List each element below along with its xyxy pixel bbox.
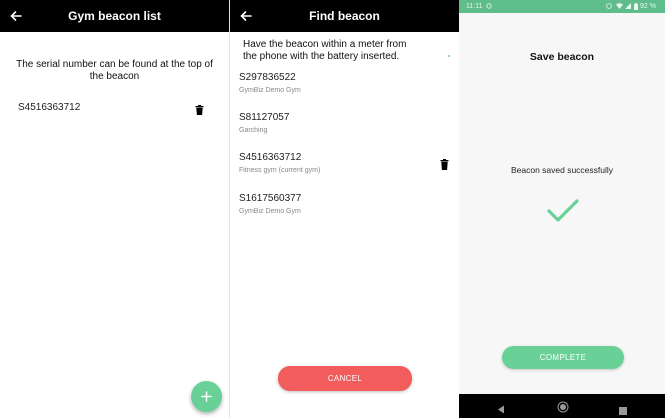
serial-hint: The serial number can be found at the to… [16, 59, 213, 82]
triangle-back-icon [498, 405, 504, 414]
beacon-list-item[interactable]: S297836522 GymBiz Demo Gym [239, 72, 439, 96]
proximity-hint: Have the beacon within a meter from the … [243, 39, 407, 62]
save-beacon-screen: 11:11 92 % Save beacon Beacon saved succ… [459, 0, 665, 418]
beacon-list-item[interactable]: S1617560377 GymBiz Demo Gym [239, 193, 439, 217]
nav-recents-button[interactable] [619, 402, 628, 415]
add-beacon-button[interactable] [191, 381, 222, 412]
settings-icon [486, 3, 492, 9]
check-icon [547, 199, 579, 222]
home-circle-icon [557, 401, 569, 413]
beacon-list-item[interactable]: S4516363712 [18, 102, 218, 116]
nav-home-button[interactable] [557, 400, 569, 413]
delete-beacon-button[interactable] [440, 157, 450, 170]
beacon-list-item[interactable]: S4516363712 Fitness gym (current gym) [239, 152, 434, 176]
square-recents-icon [619, 407, 627, 415]
page-title: Find beacon [309, 9, 380, 23]
trash-icon [440, 159, 449, 170]
find-beacon-screen: Find beacon Have the beacon within a met… [230, 0, 459, 418]
status-time: 11:11 [466, 3, 483, 10]
beacon-gym: Garching [239, 127, 268, 134]
alarm-icon [606, 3, 612, 9]
wifi-icon [616, 3, 623, 9]
app-bar: Find beacon [230, 0, 459, 32]
beacon-serial: S297836522 [239, 72, 296, 83]
battery-icon [634, 3, 638, 10]
beacon-serial: S1617560377 [239, 193, 302, 204]
beacon-serial: S81127057 [239, 112, 290, 123]
beacon-gym: GymBiz Demo Gym [239, 87, 301, 94]
page-title: Gym beacon list [68, 9, 161, 23]
signal-icon [625, 3, 631, 9]
beacon-list-item[interactable]: S81127057 Garching [239, 112, 439, 136]
nav-back-button[interactable] [497, 401, 507, 414]
success-message: Beacon saved successfully [510, 165, 614, 175]
app-bar: Gym beacon list [0, 0, 229, 32]
status-bar: 11:11 92 % [459, 0, 665, 13]
battery-level: 92 % [640, 3, 656, 10]
system-nav-bar [459, 394, 665, 418]
complete-button[interactable]: COMPLETE [502, 346, 624, 369]
gym-beacon-list-screen: Gym beacon list The serial number can be… [0, 0, 229, 418]
plus-icon [201, 391, 212, 402]
beacon-serial: S4516363712 [18, 102, 81, 113]
trash-icon [195, 105, 204, 115]
beacon-gym: Fitness gym (current gym) [239, 167, 321, 174]
beacon-serial: S4516363712 [239, 152, 302, 163]
scan-indicator [448, 55, 450, 57]
beacon-gym: GymBiz Demo Gym [239, 208, 301, 215]
delete-beacon-button[interactable] [195, 102, 205, 115]
cancel-button[interactable]: CANCEL [278, 366, 412, 391]
page-title: Save beacon [529, 51, 595, 63]
